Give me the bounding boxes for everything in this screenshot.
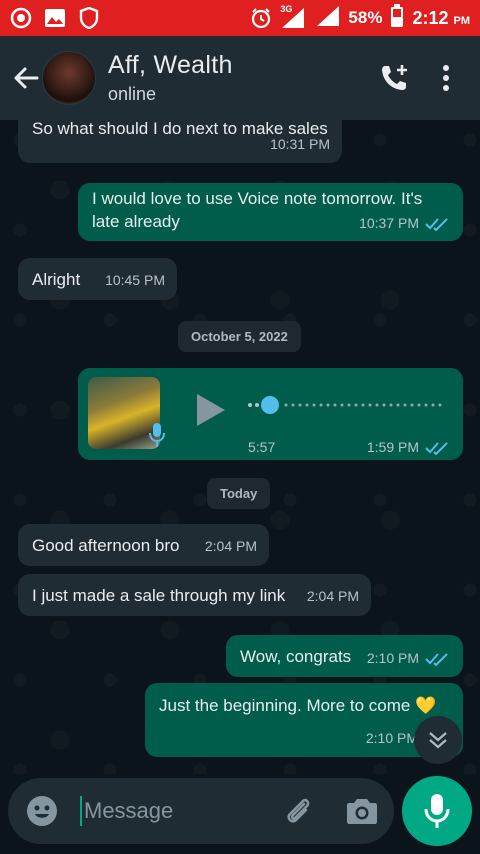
alarm-icon <box>250 7 272 29</box>
text-caret <box>80 796 82 826</box>
status-bar: 3G 58% 2:12 PM <box>0 0 480 36</box>
contact-name: Aff, Wealth <box>108 51 233 79</box>
message-time: 2:10 PM <box>365 730 418 746</box>
clock: 2:12 PM <box>412 7 470 28</box>
mic-badge-icon <box>149 423 165 447</box>
more-options-button[interactable] <box>420 52 472 104</box>
voice-duration: 5:57 <box>248 439 276 455</box>
double-check-icon <box>425 652 448 666</box>
scroll-to-bottom-button[interactable] <box>414 716 462 764</box>
network-type: 3G <box>280 4 293 14</box>
message-time: 10:37 PM <box>359 212 449 235</box>
back-arrow-icon <box>14 67 39 89</box>
chevron-double-down-icon <box>429 732 447 749</box>
back-button[interactable] <box>6 58 46 98</box>
message-bubble[interactable]: Alright 10:45 PM <box>18 258 177 300</box>
message-text: I just made a sale through my link <box>32 586 286 605</box>
message-text: Alright <box>32 270 81 289</box>
voice-waveform <box>248 396 442 414</box>
mic-icon <box>424 794 450 828</box>
message-time: 10:45 PM <box>105 272 165 288</box>
gallery-icon <box>44 7 66 29</box>
add-call-icon <box>382 65 407 90</box>
screen-record-icon <box>10 7 32 29</box>
battery-icon <box>390 3 404 33</box>
message-time: 2:04 PM <box>306 588 359 604</box>
message-time: 10:31 PM <box>270 136 330 152</box>
chat-header: Aff, Wealth online <box>0 36 480 120</box>
message-bubble[interactable]: Good afternoon bro 2:04 PM <box>18 524 269 566</box>
message-text: Wow, congrats <box>240 647 352 666</box>
play-button[interactable] <box>188 388 232 432</box>
date-separator: October 5, 2022 <box>178 321 301 352</box>
message-bubble[interactable]: Wow, congrats 2:10 PM <box>226 635 463 677</box>
contact-info[interactable]: Aff, Wealth online <box>108 51 233 105</box>
composer: Message <box>0 774 480 854</box>
voice-message[interactable]: 5:57 1:59 PM <box>78 368 463 460</box>
message-bubble[interactable]: I would love to use Voice note tomorrow.… <box>78 183 463 241</box>
contact-status: online <box>108 84 157 104</box>
message-text: Good afternoon bro <box>32 536 180 555</box>
message-text: Just the beginning. More to come 💛 <box>159 696 437 715</box>
double-check-icon <box>425 217 448 231</box>
date-separator: Today <box>207 478 271 509</box>
camera-button[interactable] <box>340 789 384 833</box>
yellow-heart-emoji: 💛 <box>415 696 437 715</box>
signal-icon: 3G <box>280 4 308 29</box>
battery-percent: 58% <box>348 8 383 27</box>
avatar[interactable] <box>42 51 96 105</box>
more-vert-icon <box>443 65 449 91</box>
emoji-button[interactable] <box>22 791 62 831</box>
message-bubble[interactable]: So what should I do next to make sales 1… <box>18 120 342 163</box>
message-bubble[interactable]: I just made a sale through my link 2:04 … <box>18 574 371 616</box>
chat-area[interactable]: So what should I do next to make sales 1… <box>0 120 480 774</box>
voice-record-button[interactable] <box>402 776 472 846</box>
add-call-button[interactable] <box>368 52 420 104</box>
message-input[interactable]: Message <box>84 798 173 824</box>
message-time: 2:10 PM <box>367 647 449 670</box>
double-check-icon <box>425 441 448 455</box>
shield-icon <box>78 7 100 29</box>
play-icon <box>197 394 225 426</box>
camera-icon <box>347 799 377 824</box>
signal-icon <box>316 5 340 32</box>
attach-icon <box>287 798 310 823</box>
message-time: 2:04 PM <box>204 538 257 554</box>
message-field[interactable]: Message <box>8 778 394 844</box>
message-time: 1:59 PM <box>367 436 449 459</box>
emoji-icon <box>27 796 57 826</box>
attach-button[interactable] <box>276 789 320 833</box>
